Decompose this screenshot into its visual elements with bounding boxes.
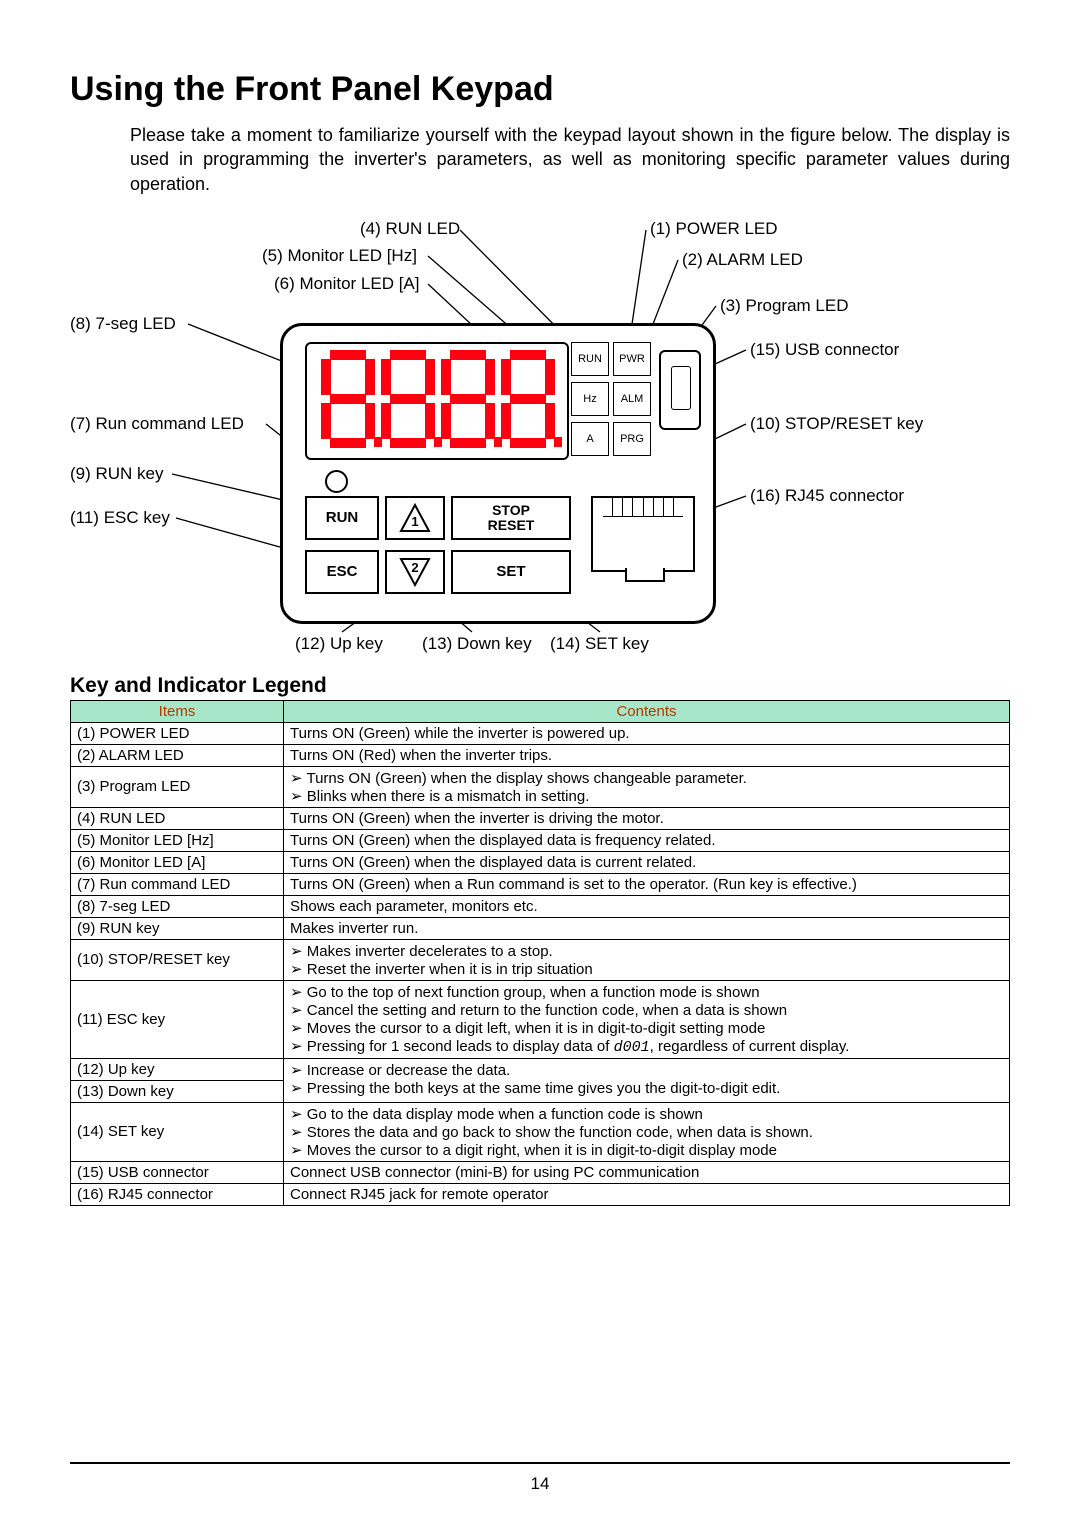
legend-item: (3) Program LED [71, 766, 284, 807]
down-button[interactable]: 2 [385, 550, 445, 594]
legend-item: (15) USB connector [71, 1161, 284, 1183]
legend-item: (8) 7-seg LED [71, 895, 284, 917]
callout-12: (12) Up key [295, 634, 383, 654]
callout-16: (16) RJ45 connector [750, 486, 904, 506]
callout-2: (2) ALARM LED [682, 250, 803, 270]
callout-1: (1) POWER LED [650, 219, 778, 239]
legend-content: Makes inverter run. [284, 917, 1010, 939]
legend-item: (6) Monitor LED [A] [71, 851, 284, 873]
usb-connector-icon [659, 350, 701, 430]
seven-seg-display [305, 342, 569, 460]
power-led-label: PWR [613, 342, 651, 376]
legend-item: (16) RJ45 connector [71, 1183, 284, 1205]
header-items: Items [71, 700, 284, 722]
a-led-label: A [571, 422, 609, 456]
callout-5: (5) Monitor LED [Hz] [262, 246, 417, 266]
callout-14: (14) SET key [550, 634, 649, 654]
down-triangle-icon: 2 [399, 557, 431, 587]
legend-content: Go to the data display mode when a funct… [284, 1102, 1010, 1161]
legend-item: (14) SET key [71, 1102, 284, 1161]
header-contents: Contents [284, 700, 1010, 722]
set-button[interactable]: SET [451, 550, 571, 594]
callout-9: (9) RUN key [70, 464, 164, 484]
legend-item: (1) POWER LED [71, 722, 284, 744]
legend-heading: Key and Indicator Legend [70, 674, 1010, 698]
rj45-connector-icon [591, 496, 695, 572]
legend-content: Turns ON (Green) when the displayed data… [284, 851, 1010, 873]
callout-11: (11) ESC key [70, 508, 170, 528]
status-indicators: RUN PWR Hz ALM A PRG [571, 342, 651, 456]
legend-content: Turns ON (Red) when the inverter trips. [284, 744, 1010, 766]
callout-8: (8) 7-seg LED [70, 314, 176, 334]
footer-rule [70, 1462, 1010, 1464]
display-icon [312, 345, 562, 457]
legend-content: Turns ON (Green) while the inverter is p… [284, 722, 1010, 744]
legend-item: (9) RUN key [71, 917, 284, 939]
alm-led-label: ALM [613, 382, 651, 416]
keypad-diagram: (4) RUN LED (5) Monitor LED [Hz] (6) Mon… [70, 216, 1010, 656]
legend-content: Go to the top of next function group, wh… [284, 980, 1010, 1058]
legend-content: Turns ON (Green) when the inverter is dr… [284, 807, 1010, 829]
legend-item: (4) RUN LED [71, 807, 284, 829]
legend-content: Shows each parameter, monitors etc. [284, 895, 1010, 917]
keypad-panel: RUN PWR Hz ALM A PRG RUN 1 [280, 323, 716, 624]
legend-item: (7) Run command LED [71, 873, 284, 895]
callout-6: (6) Monitor LED [A] [274, 274, 420, 294]
legend-content: Makes inverter decelerates to a stop.Res… [284, 939, 1010, 980]
legend-item: (13) Down key [71, 1080, 284, 1102]
page-number: 14 [0, 1474, 1080, 1494]
run-button[interactable]: RUN [305, 496, 379, 540]
stop-label: STOP [492, 503, 530, 518]
callout-4: (4) RUN LED [360, 219, 460, 239]
legend-content: Connect RJ45 jack for remote operator [284, 1183, 1010, 1205]
callout-3: (3) Program LED [720, 296, 848, 316]
callout-10: (10) STOP/RESET key [750, 414, 923, 434]
legend-item: (5) Monitor LED [Hz] [71, 829, 284, 851]
reset-label: RESET [488, 518, 535, 533]
run-command-led [325, 470, 348, 493]
legend-item: (2) ALARM LED [71, 744, 284, 766]
up-button[interactable]: 1 [385, 496, 445, 540]
intro-paragraph: Please take a moment to familiarize your… [130, 123, 1010, 196]
hz-led-label: Hz [571, 382, 609, 416]
esc-button[interactable]: ESC [305, 550, 379, 594]
run-led-label: RUN [571, 342, 609, 376]
callout-13: (13) Down key [422, 634, 532, 654]
legend-item: (10) STOP/RESET key [71, 939, 284, 980]
legend-content: Connect USB connector (mini-B) for using… [284, 1161, 1010, 1183]
page-title: Using the Front Panel Keypad [70, 70, 1010, 109]
stop-reset-button[interactable]: STOP RESET [451, 496, 571, 540]
callout-15: (15) USB connector [750, 340, 899, 360]
legend-content: Turns ON (Green) when a Run command is s… [284, 873, 1010, 895]
legend-table: Items Contents (1) POWER LEDTurns ON (Gr… [70, 700, 1010, 1206]
legend-content: Increase or decrease the data.Pressing t… [284, 1058, 1010, 1102]
legend-item: (11) ESC key [71, 980, 284, 1058]
legend-item: (12) Up key [71, 1058, 284, 1080]
svg-text:2: 2 [411, 560, 418, 575]
legend-content: Turns ON (Green) when the display shows … [284, 766, 1010, 807]
prg-led-label: PRG [613, 422, 651, 456]
legend-content: Turns ON (Green) when the displayed data… [284, 829, 1010, 851]
callout-7: (7) Run command LED [70, 414, 244, 434]
up-triangle-icon: 1 [399, 503, 431, 533]
svg-text:1: 1 [411, 514, 418, 529]
